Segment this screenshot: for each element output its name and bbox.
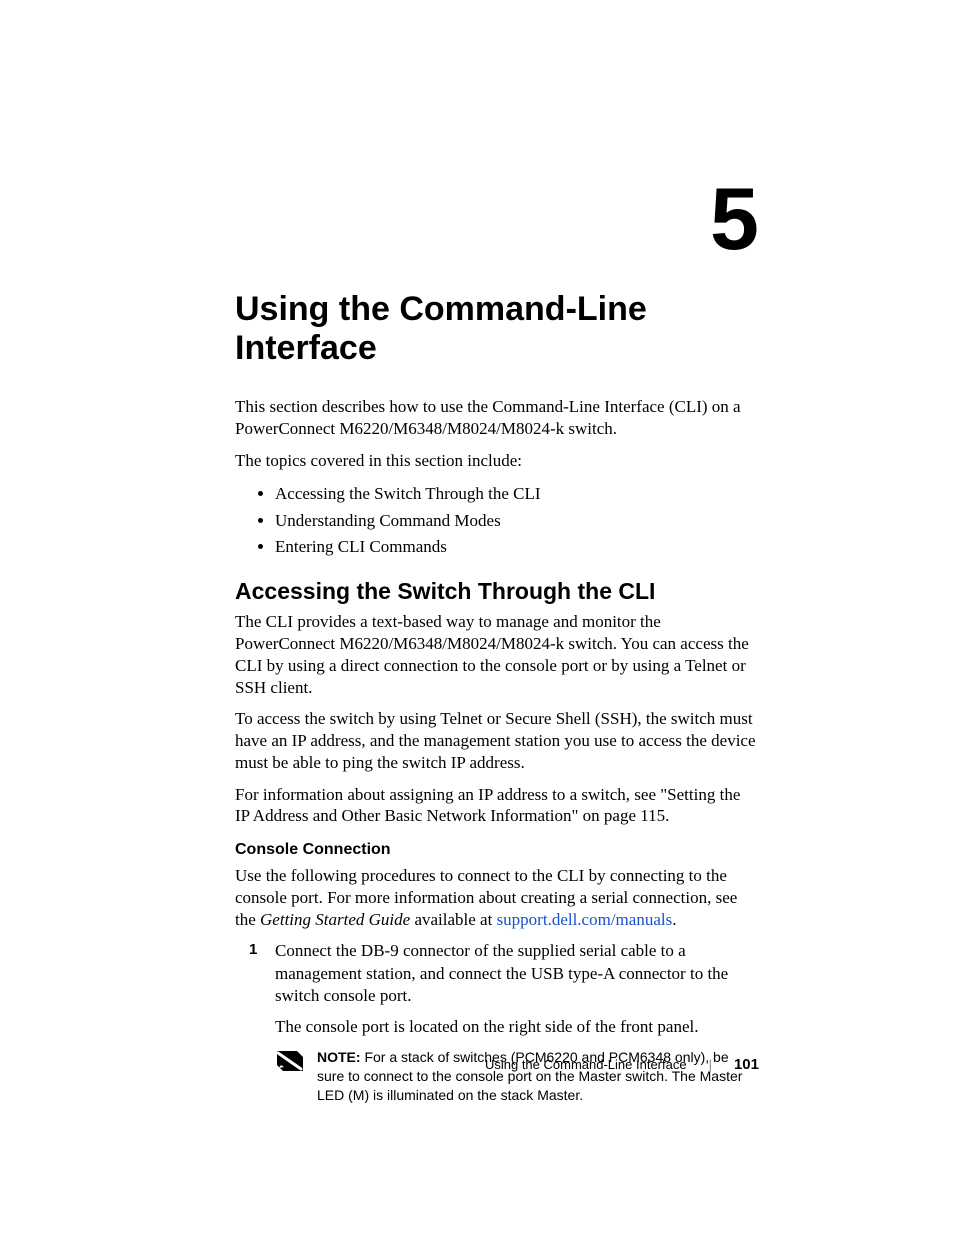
page-number: 101	[734, 1056, 759, 1073]
section-heading: Accessing the Switch Through the CLI	[235, 578, 759, 605]
footer-separator: |	[709, 1057, 712, 1072]
footer-section-title: Using the Command-Line Interface	[485, 1057, 687, 1072]
document-page: 5 Using the Command-Line Interface This …	[0, 0, 954, 1235]
step-text: Connect the DB-9 connector of the suppli…	[275, 941, 728, 1004]
topic-item: Entering CLI Commands	[275, 534, 759, 560]
body-paragraph: The CLI provides a text-based way to man…	[235, 611, 759, 698]
intro-paragraph-1: This section describes how to use the Co…	[235, 396, 759, 440]
step-list: Connect the DB-9 connector of the suppli…	[235, 940, 759, 1037]
body-paragraph: To access the switch by using Telnet or …	[235, 708, 759, 773]
subsection-heading: Console Connection	[235, 841, 759, 859]
chapter-number: 5	[710, 175, 759, 263]
note-label: NOTE:	[317, 1049, 361, 1065]
text-run: available at	[410, 910, 496, 929]
manuals-link[interactable]: support.dell.com/manuals	[497, 910, 673, 929]
guide-title: Getting Started Guide	[260, 910, 410, 929]
note-icon	[275, 1049, 305, 1073]
topic-list: Accessing the Switch Through the CLI Und…	[235, 481, 759, 560]
step-item: Connect the DB-9 connector of the suppli…	[275, 940, 759, 1037]
body-paragraph: Use the following procedures to connect …	[235, 865, 759, 930]
text-run: .	[672, 910, 676, 929]
chapter-title: Using the Command-Line Interface	[235, 290, 759, 368]
intro-paragraph-2: The topics covered in this section inclu…	[235, 450, 759, 472]
page-footer: Using the Command-Line Interface | 101	[485, 1056, 759, 1073]
body-paragraph: For information about assigning an IP ad…	[235, 784, 759, 828]
step-subtext: The console port is located on the right…	[275, 1016, 759, 1038]
topic-item: Accessing the Switch Through the CLI	[275, 481, 759, 507]
topic-item: Understanding Command Modes	[275, 508, 759, 534]
